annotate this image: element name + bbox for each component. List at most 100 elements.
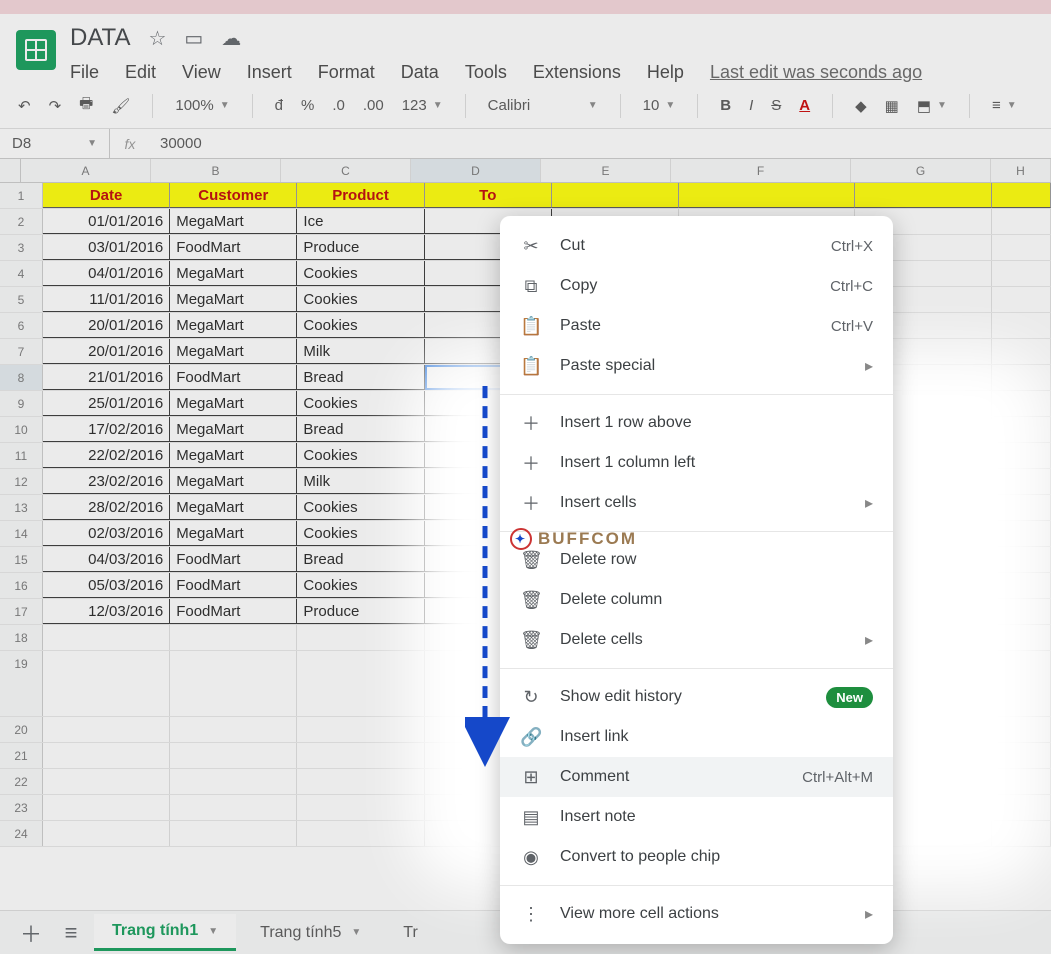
cell[interactable]: 17/02/2016 bbox=[43, 417, 170, 442]
cell[interactable]: Milk bbox=[297, 339, 424, 364]
sheet-tab-3[interactable]: Tr bbox=[385, 916, 436, 950]
percent-button[interactable]: % bbox=[301, 97, 314, 114]
cell[interactable]: Cookies bbox=[297, 261, 424, 286]
cell[interactable]: 21/01/2016 bbox=[43, 365, 170, 390]
ctx-cut[interactable]: ✂CutCtrl+X bbox=[500, 226, 893, 266]
number-format-dropdown[interactable]: 123▼ bbox=[402, 97, 443, 114]
redo-icon[interactable]: ↷ bbox=[49, 97, 62, 115]
col-header-d[interactable]: D bbox=[411, 159, 541, 182]
col-header-g[interactable]: G bbox=[851, 159, 991, 182]
row-header[interactable]: 17 bbox=[0, 599, 43, 624]
row-header[interactable]: 21 bbox=[0, 743, 43, 768]
row-header[interactable]: 24 bbox=[0, 821, 43, 846]
cell[interactable]: MegaMart bbox=[170, 391, 297, 416]
row-header[interactable]: 15 bbox=[0, 547, 43, 572]
col-header-e[interactable]: E bbox=[541, 159, 671, 182]
menu-format[interactable]: Format bbox=[318, 62, 375, 83]
ctx-insert-note[interactable]: ▤Insert note bbox=[500, 797, 893, 837]
formula-bar[interactable]: 30000 bbox=[150, 135, 1051, 152]
row-header[interactable]: 20 bbox=[0, 717, 43, 742]
horizontal-align-button[interactable]: ≡▼ bbox=[992, 97, 1017, 114]
cell[interactable]: 02/03/2016 bbox=[43, 521, 170, 546]
star-icon[interactable]: ☆ bbox=[148, 26, 166, 51]
cloud-status-icon[interactable]: ☁ bbox=[221, 26, 241, 51]
cell[interactable]: 04/03/2016 bbox=[43, 547, 170, 572]
col-header-h[interactable]: H bbox=[991, 159, 1051, 182]
cell[interactable]: FoodMart bbox=[170, 573, 297, 598]
menu-view[interactable]: View bbox=[182, 62, 221, 83]
cell[interactable]: 03/01/2016 bbox=[43, 235, 170, 260]
cell[interactable]: MegaMart bbox=[170, 521, 297, 546]
row-header[interactable]: 19 bbox=[0, 651, 43, 716]
cell[interactable]: MegaMart bbox=[170, 469, 297, 494]
cell[interactable]: MegaMart bbox=[170, 443, 297, 468]
header-date[interactable]: Date bbox=[43, 183, 170, 208]
cell[interactable]: FoodMart bbox=[170, 235, 297, 260]
cell[interactable]: Bread bbox=[297, 365, 424, 390]
header-product[interactable]: Product bbox=[297, 183, 424, 208]
cell[interactable]: Milk bbox=[297, 469, 424, 494]
ctx-insert-cells[interactable]: ＋Insert cells▸ bbox=[500, 483, 893, 523]
menu-help[interactable]: Help bbox=[647, 62, 684, 83]
cell[interactable]: Produce bbox=[297, 235, 424, 260]
col-header-f[interactable]: F bbox=[671, 159, 851, 182]
cell[interactable]: 05/03/2016 bbox=[43, 573, 170, 598]
row-header[interactable]: 12 bbox=[0, 469, 43, 494]
sheet-tab-1[interactable]: Trang tính1▼ bbox=[94, 914, 236, 951]
ctx-insert-link[interactable]: 🔗Insert link bbox=[500, 717, 893, 757]
cell[interactable]: Ice bbox=[297, 209, 424, 234]
header-total[interactable]: To bbox=[425, 183, 552, 208]
decrease-decimal-button[interactable]: .0 bbox=[332, 97, 345, 114]
cell[interactable]: Cookies bbox=[297, 287, 424, 312]
row-header[interactable]: 22 bbox=[0, 769, 43, 794]
menu-file[interactable]: File bbox=[70, 62, 99, 83]
move-folder-icon[interactable]: ▭ bbox=[184, 26, 203, 51]
menu-tools[interactable]: Tools bbox=[465, 62, 507, 83]
zoom-dropdown[interactable]: 100%▼ bbox=[175, 97, 229, 114]
cell[interactable]: 22/02/2016 bbox=[43, 443, 170, 468]
increase-decimal-button[interactable]: .00 bbox=[363, 97, 384, 114]
cell[interactable]: MegaMart bbox=[170, 313, 297, 338]
col-header-c[interactable]: C bbox=[281, 159, 411, 182]
cell[interactable]: MegaMart bbox=[170, 287, 297, 312]
row-header[interactable]: 14 bbox=[0, 521, 43, 546]
row-header[interactable]: 10 bbox=[0, 417, 43, 442]
cell[interactable]: 28/02/2016 bbox=[43, 495, 170, 520]
row-header[interactable]: 13 bbox=[0, 495, 43, 520]
row-header[interactable]: 1 bbox=[0, 183, 43, 208]
cell[interactable]: 11/01/2016 bbox=[43, 287, 170, 312]
all-sheets-button[interactable]: ≡ bbox=[54, 916, 88, 950]
cell[interactable]: 01/01/2016 bbox=[43, 209, 170, 234]
cell[interactable]: 12/03/2016 bbox=[43, 599, 170, 624]
font-family-dropdown[interactable]: Calibri▼ bbox=[488, 97, 598, 114]
add-sheet-button[interactable]: ＋ bbox=[14, 916, 48, 950]
ctx-convert-people-chip[interactable]: ◉Convert to people chip bbox=[500, 837, 893, 877]
ctx-view-more[interactable]: ⋮View more cell actions▸ bbox=[500, 894, 893, 934]
cell[interactable]: Cookies bbox=[297, 521, 424, 546]
name-box[interactable]: D8▼ bbox=[0, 129, 110, 158]
ctx-show-edit-history[interactable]: ↻Show edit historyNew bbox=[500, 677, 893, 717]
cell[interactable]: Cookies bbox=[297, 443, 424, 468]
row-header[interactable]: 23 bbox=[0, 795, 43, 820]
cell[interactable]: MegaMart bbox=[170, 261, 297, 286]
cell[interactable]: Cookies bbox=[297, 391, 424, 416]
bold-button[interactable]: B bbox=[720, 97, 731, 114]
menu-data[interactable]: Data bbox=[401, 62, 439, 83]
menu-extensions[interactable]: Extensions bbox=[533, 62, 621, 83]
cell[interactable]: FoodMart bbox=[170, 599, 297, 624]
select-all-corner[interactable] bbox=[0, 159, 21, 182]
row-header[interactable]: 18 bbox=[0, 625, 43, 650]
ctx-insert-column-left[interactable]: ＋Insert 1 column left bbox=[500, 443, 893, 483]
cell[interactable]: MegaMart bbox=[170, 495, 297, 520]
paint-format-icon[interactable]: 🖌 bbox=[111, 97, 130, 115]
row-header[interactable]: 3 bbox=[0, 235, 43, 260]
cell[interactable]: Cookies bbox=[297, 573, 424, 598]
cell[interactable]: FoodMart bbox=[170, 365, 297, 390]
cell[interactable]: Produce bbox=[297, 599, 424, 624]
cell[interactable]: 04/01/2016 bbox=[43, 261, 170, 286]
row-header[interactable]: 6 bbox=[0, 313, 43, 338]
row-header[interactable]: 2 bbox=[0, 209, 43, 234]
borders-button[interactable]: ▦ bbox=[885, 97, 899, 115]
cell[interactable]: Cookies bbox=[297, 313, 424, 338]
cell[interactable]: 25/01/2016 bbox=[43, 391, 170, 416]
